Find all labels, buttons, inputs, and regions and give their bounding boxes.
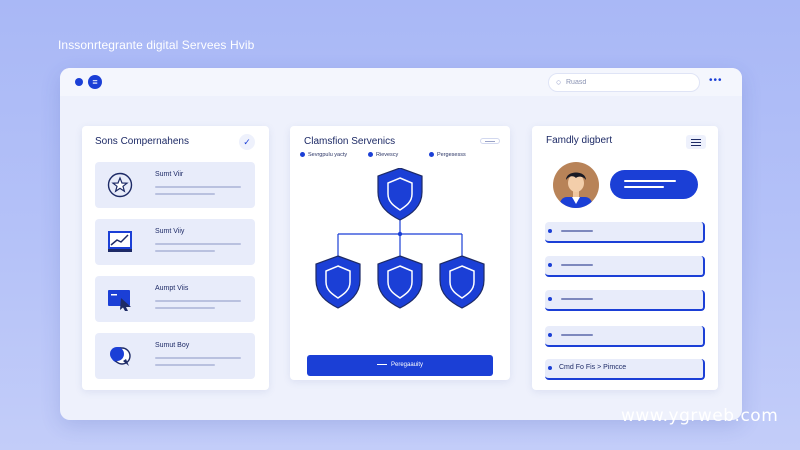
service-card[interactable]: Aumpt Viis bbox=[95, 276, 255, 322]
text-line bbox=[155, 243, 241, 245]
search-icon: ○ bbox=[556, 77, 562, 87]
text-line bbox=[155, 357, 241, 359]
app-window: ≡ ○ ••• Sons Compernahens ✓ Sumt Viir bbox=[60, 68, 742, 420]
list-item[interactable] bbox=[545, 256, 705, 277]
primary-action-button[interactable]: Peregaauity bbox=[307, 355, 493, 376]
list-item[interactable] bbox=[545, 326, 705, 347]
hub-title: Inssonrtegrante digital Servees Hvib bbox=[58, 38, 255, 52]
search-input[interactable] bbox=[566, 76, 692, 89]
text-line bbox=[561, 334, 593, 336]
text-line bbox=[155, 364, 215, 366]
hamburger-menu-icon[interactable] bbox=[686, 135, 706, 149]
service-card-label: Aumpt Viis bbox=[155, 285, 189, 292]
panel-menu-icon[interactable] bbox=[480, 138, 500, 144]
shield-hierarchy-diagram bbox=[315, 168, 485, 309]
text-line bbox=[561, 298, 593, 300]
list-item[interactable]: Cmd Fo Fis > Pimcce bbox=[545, 359, 705, 380]
shield-icon bbox=[377, 168, 423, 221]
service-card[interactable]: Sumt Viir bbox=[95, 162, 255, 208]
bullet bbox=[548, 229, 552, 233]
menu-icon[interactable]: ≡ bbox=[88, 75, 102, 89]
shield-icon bbox=[315, 255, 361, 309]
watermark: www.ygrweb.com bbox=[621, 406, 779, 426]
cursor-window-icon bbox=[108, 290, 131, 311]
monitor-chart-icon bbox=[108, 231, 132, 252]
check-icon[interactable]: ✓ bbox=[239, 134, 255, 150]
service-card-label: Sumut Boy bbox=[155, 342, 190, 349]
service-card[interactable]: Sumt Viiy bbox=[95, 219, 255, 265]
text-line bbox=[155, 300, 241, 302]
top-bar: ≡ ○ ••• bbox=[60, 68, 742, 96]
bullet bbox=[548, 263, 552, 267]
status-dot bbox=[75, 78, 83, 86]
profile-action-button[interactable] bbox=[610, 170, 698, 199]
shield-icon bbox=[439, 255, 485, 309]
legend-item: Sevrgpulu yacty bbox=[300, 151, 347, 160]
text-line bbox=[155, 307, 215, 309]
legend-item: Rievescy bbox=[368, 151, 398, 160]
text-line bbox=[155, 250, 215, 252]
legend: Sevrgpulu yacty Rievescy Pergesesss bbox=[300, 151, 500, 161]
list-item[interactable] bbox=[545, 290, 705, 311]
panel-title: Clamsfion Servenics bbox=[304, 136, 396, 147]
star-badge-icon bbox=[107, 172, 133, 198]
text-line bbox=[155, 186, 241, 188]
bullet bbox=[548, 297, 552, 301]
search-bar[interactable]: ○ bbox=[548, 73, 700, 92]
bullet bbox=[548, 366, 552, 370]
text-line bbox=[155, 193, 215, 195]
breadcrumb: Cmd Fo Fis > Pimcce bbox=[559, 364, 627, 371]
avatar-icon bbox=[553, 162, 599, 208]
text-line bbox=[561, 264, 593, 266]
panel-title: Sons Compernahens bbox=[95, 136, 189, 147]
services-panel: Sons Compernahens ✓ Sumt Viir Sumt Viiy bbox=[82, 126, 269, 390]
text-line bbox=[561, 230, 593, 232]
profile-panel: Famdly digbert Cmd Fo Fis > Pimcce bbox=[532, 126, 718, 390]
classification-panel: Clamsfion Servenics Sevrgpulu yacty Riev… bbox=[290, 126, 510, 380]
service-card-label: Sumt Viiy bbox=[155, 228, 185, 235]
legend-item: Pergesesss bbox=[429, 151, 466, 160]
panel-title: Famdly digbert bbox=[546, 135, 613, 146]
shield-icon bbox=[377, 255, 423, 309]
service-card-label: Sumt Viir bbox=[155, 171, 184, 178]
more-options-icon[interactable]: ••• bbox=[709, 76, 723, 86]
list-item[interactable] bbox=[545, 222, 705, 243]
chat-bubble-icon bbox=[110, 347, 131, 366]
bullet bbox=[548, 333, 552, 337]
service-card[interactable]: Sumut Boy bbox=[95, 333, 255, 379]
